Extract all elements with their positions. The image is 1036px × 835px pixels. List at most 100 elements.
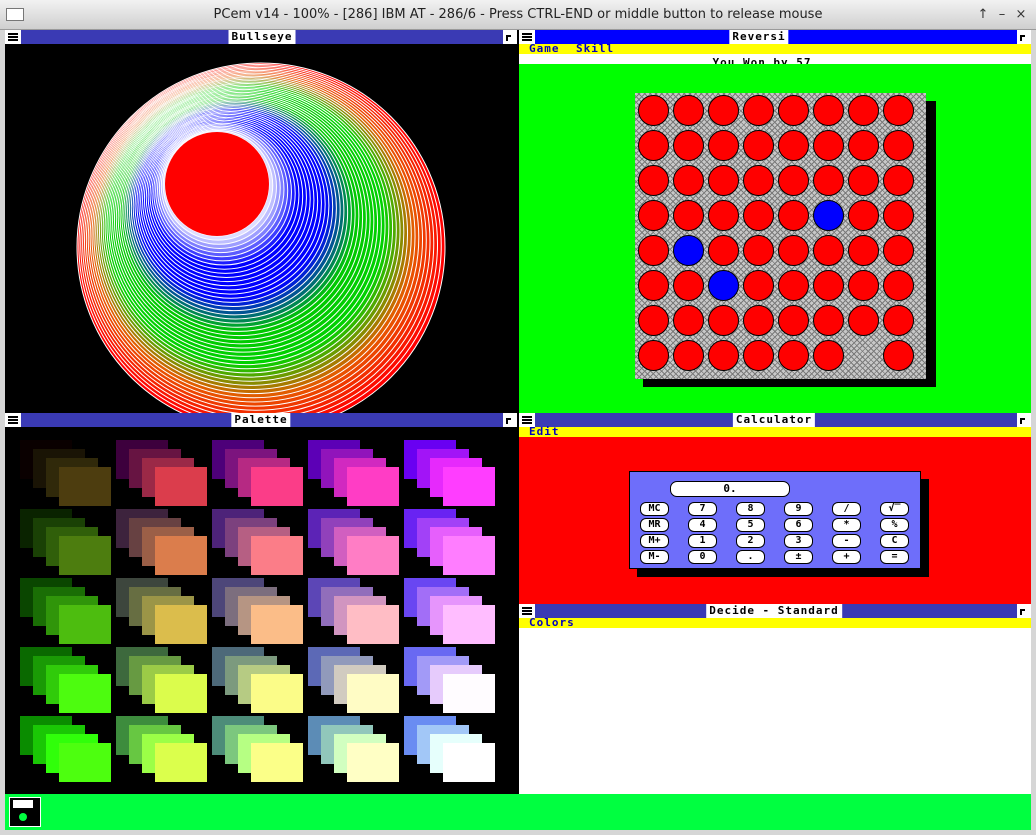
size-box-icon[interactable] — [1017, 413, 1031, 427]
reversi-piece-red[interactable] — [638, 270, 669, 301]
calc-key-divide[interactable]: / — [832, 502, 861, 516]
reversi-piece-red[interactable] — [743, 340, 774, 371]
reversi-piece-red[interactable] — [813, 130, 844, 161]
reversi-piece-red[interactable] — [638, 95, 669, 126]
reversi-piece-red[interactable] — [673, 130, 704, 161]
calc-key-1[interactable]: 1 — [688, 534, 717, 548]
palette-titlebar[interactable]: Palette — [5, 413, 517, 427]
reversi-board[interactable] — [635, 93, 926, 379]
reversi-piece-red[interactable] — [813, 165, 844, 196]
calc-key-9[interactable]: 9 — [784, 502, 813, 516]
calc-key-mc[interactable]: MC — [640, 502, 669, 516]
reversi-piece-red[interactable] — [813, 340, 844, 371]
reversi-piece-red[interactable] — [638, 340, 669, 371]
reversi-piece-red[interactable] — [708, 305, 739, 336]
reversi-piece-red[interactable] — [848, 235, 879, 266]
calc-key-multiply[interactable]: * — [832, 518, 861, 532]
reversi-piece-red[interactable] — [708, 130, 739, 161]
reversi-piece-red[interactable] — [743, 270, 774, 301]
reversi-piece-red[interactable] — [883, 235, 914, 266]
reversi-piece-red[interactable] — [848, 200, 879, 231]
reversi-piece-red[interactable] — [673, 270, 704, 301]
reversi-piece-red[interactable] — [813, 305, 844, 336]
maximize-icon[interactable]: ↑ — [976, 7, 990, 22]
reversi-piece-red[interactable] — [778, 340, 809, 371]
emulator-screen[interactable]: Bullseye Reversi Game Skill You Won by 5… — [5, 30, 1031, 830]
reversi-piece-blue[interactable] — [708, 270, 739, 301]
calc-key-2[interactable]: 2 — [736, 534, 765, 548]
reversi-piece-red[interactable] — [813, 270, 844, 301]
calc-key-plus-minus[interactable]: ± — [784, 550, 813, 564]
calc-key-m-plus[interactable]: M+ — [640, 534, 669, 548]
reversi-piece-red[interactable] — [778, 130, 809, 161]
calc-key-5[interactable]: 5 — [736, 518, 765, 532]
calc-key-mr[interactable]: MR — [640, 518, 669, 532]
reversi-piece-red[interactable] — [743, 95, 774, 126]
reversi-piece-red[interactable] — [673, 165, 704, 196]
reversi-piece-red[interactable] — [638, 305, 669, 336]
reversi-piece-red[interactable] — [778, 235, 809, 266]
reversi-piece-red[interactable] — [673, 200, 704, 231]
reversi-piece-red[interactable] — [813, 235, 844, 266]
reversi-piece-red[interactable] — [708, 200, 739, 231]
reversi-piece-red[interactable] — [743, 305, 774, 336]
calc-key-sqrt[interactable]: √‾ — [880, 502, 909, 516]
reversi-piece-red[interactable] — [743, 235, 774, 266]
reversi-piece-red[interactable] — [673, 95, 704, 126]
reversi-piece-red[interactable] — [638, 165, 669, 196]
reversi-piece-red[interactable] — [883, 200, 914, 231]
decide-titlebar[interactable]: Decide - Standard — [519, 604, 1031, 618]
calc-key-7[interactable]: 7 — [688, 502, 717, 516]
calc-key-3[interactable]: 3 — [784, 534, 813, 548]
reversi-piece-red[interactable] — [778, 270, 809, 301]
calc-key-m-minus[interactable]: M- — [640, 550, 669, 564]
reversi-piece-red[interactable] — [848, 165, 879, 196]
size-box-icon[interactable] — [503, 30, 517, 44]
reversi-piece-red[interactable] — [778, 165, 809, 196]
calc-key-minus[interactable]: - — [832, 534, 861, 548]
calc-key-4[interactable]: 4 — [688, 518, 717, 532]
reversi-piece-red[interactable] — [743, 165, 774, 196]
reversi-piece-red[interactable] — [883, 95, 914, 126]
reversi-piece-blue[interactable] — [813, 200, 844, 231]
reversi-piece-red[interactable] — [673, 340, 704, 371]
reversi-piece-red[interactable] — [638, 200, 669, 231]
system-menu-icon[interactable] — [5, 30, 21, 44]
size-box-icon[interactable] — [1017, 604, 1031, 618]
calc-key-0[interactable]: 0 — [688, 550, 717, 564]
bullseye-titlebar[interactable]: Bullseye — [5, 30, 517, 44]
calc-key-plus[interactable]: + — [832, 550, 861, 564]
calc-key-8[interactable]: 8 — [736, 502, 765, 516]
reversi-piece-red[interactable] — [848, 130, 879, 161]
reversi-piece-red[interactable] — [883, 165, 914, 196]
reversi-piece-red[interactable] — [743, 130, 774, 161]
reversi-piece-red[interactable] — [708, 235, 739, 266]
reversi-piece-red[interactable] — [883, 340, 914, 371]
reversi-piece-red[interactable] — [848, 305, 879, 336]
reversi-piece-red[interactable] — [813, 95, 844, 126]
floppy-disk-icon[interactable] — [9, 797, 41, 827]
size-box-icon[interactable] — [1017, 30, 1031, 44]
calc-key-6[interactable]: 6 — [784, 518, 813, 532]
reversi-piece-red[interactable] — [883, 270, 914, 301]
calc-key-decimal[interactable]: . — [736, 550, 765, 564]
reversi-piece-red[interactable] — [673, 305, 704, 336]
reversi-piece-red[interactable] — [743, 200, 774, 231]
calculator-titlebar[interactable]: Calculator — [519, 413, 1031, 427]
system-menu-icon[interactable] — [5, 413, 21, 427]
reversi-piece-red[interactable] — [778, 200, 809, 231]
reversi-piece-red[interactable] — [708, 165, 739, 196]
reversi-piece-red[interactable] — [848, 95, 879, 126]
reversi-piece-red[interactable] — [848, 270, 879, 301]
calc-key-clear[interactable]: C — [880, 534, 909, 548]
reversi-piece-red[interactable] — [778, 305, 809, 336]
minimize-icon[interactable]: – — [995, 7, 1009, 22]
calc-key-percent[interactable]: % — [880, 518, 909, 532]
reversi-piece-red[interactable] — [883, 130, 914, 161]
calc-key-equals[interactable]: = — [880, 550, 909, 564]
reversi-piece-red[interactable] — [638, 235, 669, 266]
close-icon[interactable]: × — [1014, 7, 1028, 22]
reversi-piece-red[interactable] — [778, 95, 809, 126]
reversi-piece-red[interactable] — [638, 130, 669, 161]
reversi-piece-blue[interactable] — [673, 235, 704, 266]
